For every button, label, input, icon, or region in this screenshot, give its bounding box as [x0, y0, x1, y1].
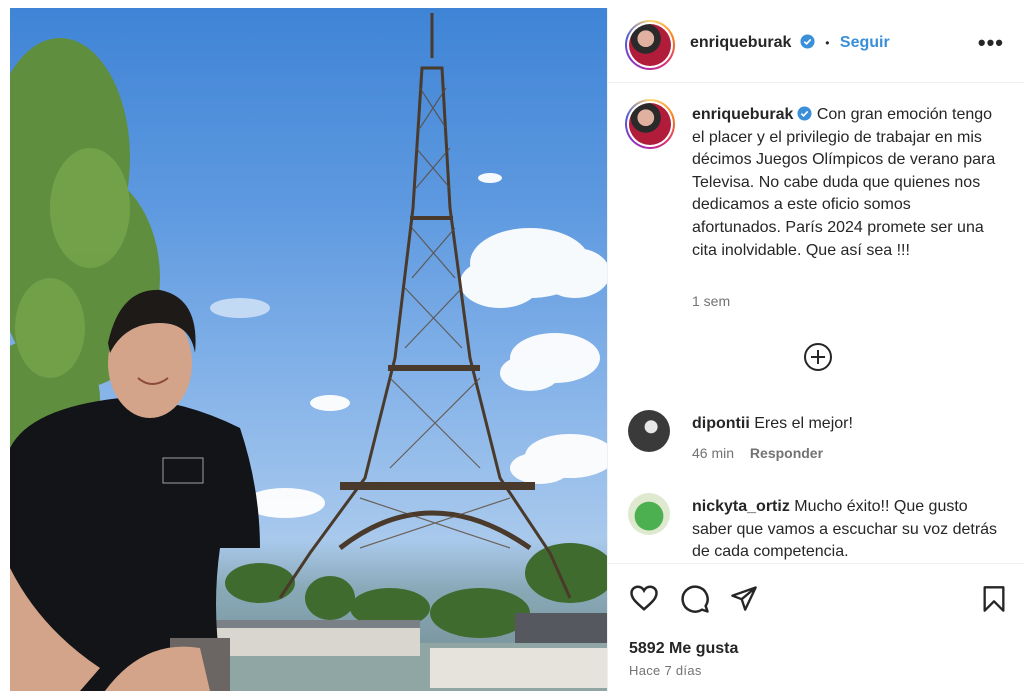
heart-icon[interactable] [629, 584, 659, 612]
caption-username[interactable]: enriqueburak [692, 106, 793, 123]
share-icon[interactable] [730, 584, 758, 612]
reply-button[interactable]: Responder [750, 445, 823, 461]
follow-button[interactable]: Seguir [840, 34, 890, 51]
comment-username[interactable]: dipontii [692, 415, 750, 432]
post-header: enriqueburak • Seguir ••• [608, 8, 1024, 83]
author-avatar[interactable] [625, 20, 675, 70]
header-separator: • [825, 36, 830, 50]
eiffel-tower-photo [10, 13, 607, 691]
post-side-panel: enriqueburak • Seguir ••• enriqueburak C… [607, 8, 1024, 691]
load-more-comments-icon[interactable] [803, 342, 833, 372]
author-username[interactable]: enriqueburak [690, 34, 791, 51]
save-icon[interactable] [981, 585, 1007, 613]
post-photo[interactable] [10, 8, 607, 691]
caption: enriqueburak Con gran emoción tengo el p… [692, 104, 1002, 262]
caption-avatar[interactable] [625, 99, 675, 149]
verified-badge-icon [797, 106, 812, 121]
comment-text: Eres el mejor! [754, 415, 853, 432]
action-bar: 5892 Me gusta Hace 7 días [608, 563, 1024, 691]
likes-count[interactable]: 5892 Me gusta [629, 640, 738, 658]
post-date: Hace 7 días [629, 663, 702, 678]
more-options-icon[interactable]: ••• [978, 30, 1004, 56]
comment-time: 46 min [692, 445, 735, 461]
caption-time: 1 sem [692, 293, 731, 309]
verified-badge-icon [800, 34, 815, 49]
caption-text: Con gran emoción tengo el placer y el pr… [692, 106, 996, 259]
commenter-avatar[interactable] [628, 410, 670, 452]
comment-icon[interactable] [680, 584, 710, 614]
commenter-avatar[interactable] [628, 493, 670, 535]
comment-username[interactable]: nickyta_ortiz [692, 498, 790, 515]
